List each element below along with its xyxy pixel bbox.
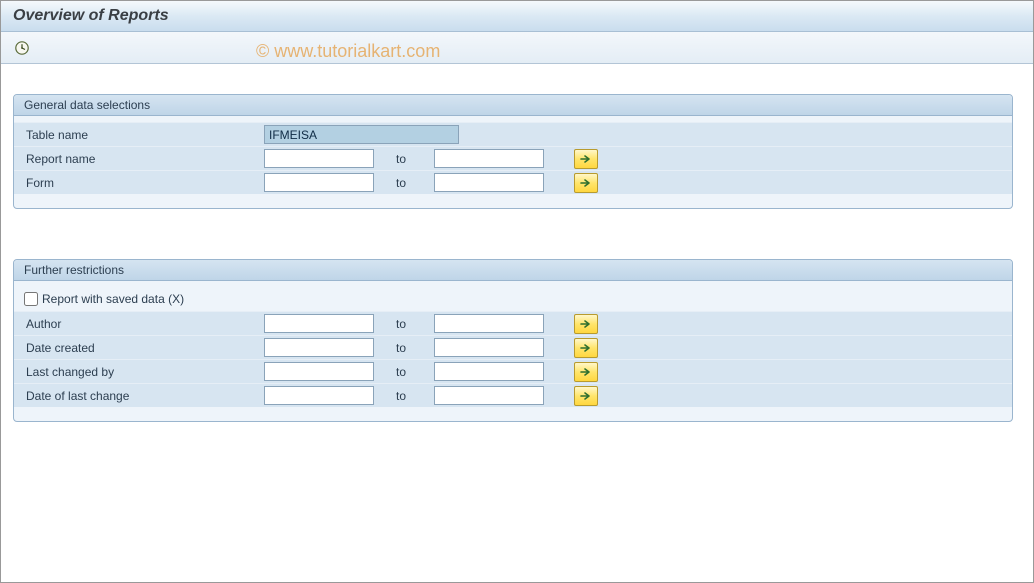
content-area: General data selections Table name Repor… bbox=[1, 64, 1033, 484]
label-table-name: Table name bbox=[24, 128, 264, 142]
group-general-data-selections: General data selections Table name Repor… bbox=[13, 94, 1013, 209]
checkbox-report-saved-data[interactable] bbox=[24, 292, 38, 306]
input-date-last-change-from[interactable] bbox=[264, 386, 374, 405]
arrow-right-icon bbox=[579, 177, 593, 189]
row-author: Author to bbox=[14, 311, 1012, 335]
row-date-last-change: Date of last change to bbox=[14, 383, 1012, 407]
multiselect-date-last-change-button[interactable] bbox=[574, 386, 598, 406]
to-label-report-name: to bbox=[374, 152, 434, 166]
clock-execute-icon bbox=[14, 40, 30, 56]
toolbar bbox=[1, 32, 1033, 64]
input-date-created-to[interactable] bbox=[434, 338, 544, 357]
input-form-to[interactable] bbox=[434, 173, 544, 192]
input-table-name[interactable] bbox=[264, 125, 459, 144]
input-report-name-to[interactable] bbox=[434, 149, 544, 168]
row-date-created: Date created to bbox=[14, 335, 1012, 359]
arrow-right-icon bbox=[579, 318, 593, 330]
label-date-last-change: Date of last change bbox=[24, 389, 264, 403]
group-body-general: Table name Report name to Form bbox=[14, 116, 1012, 208]
input-form-from[interactable] bbox=[264, 173, 374, 192]
execute-button[interactable] bbox=[11, 37, 33, 59]
label-report-name: Report name bbox=[24, 152, 264, 166]
label-author: Author bbox=[24, 317, 264, 331]
label-report-saved-data: Report with saved data (X) bbox=[42, 292, 184, 306]
arrow-right-icon bbox=[579, 153, 593, 165]
multiselect-report-name-button[interactable] bbox=[574, 149, 598, 169]
input-date-created-from[interactable] bbox=[264, 338, 374, 357]
multiselect-form-button[interactable] bbox=[574, 173, 598, 193]
page-title: Overview of Reports bbox=[13, 7, 1021, 25]
input-last-changed-by-from[interactable] bbox=[264, 362, 374, 381]
group-header-general: General data selections bbox=[14, 95, 1012, 116]
arrow-right-icon bbox=[579, 366, 593, 378]
label-form: Form bbox=[24, 176, 264, 190]
row-last-changed-by: Last changed by to bbox=[14, 359, 1012, 383]
multiselect-date-created-button[interactable] bbox=[574, 338, 598, 358]
input-author-from[interactable] bbox=[264, 314, 374, 333]
multiselect-last-changed-by-button[interactable] bbox=[574, 362, 598, 382]
row-form: Form to bbox=[14, 170, 1012, 194]
label-last-changed-by: Last changed by bbox=[24, 365, 264, 379]
to-label-last-changed-by: to bbox=[374, 365, 434, 379]
to-label-date-created: to bbox=[374, 341, 434, 355]
input-last-changed-by-to[interactable] bbox=[434, 362, 544, 381]
title-bar: Overview of Reports bbox=[1, 1, 1033, 32]
input-date-last-change-to[interactable] bbox=[434, 386, 544, 405]
row-report-saved-data: Report with saved data (X) bbox=[14, 287, 1012, 311]
arrow-right-icon bbox=[579, 342, 593, 354]
row-table-name: Table name bbox=[14, 122, 1012, 146]
label-date-created: Date created bbox=[24, 341, 264, 355]
group-body-further: Report with saved data (X) Author to Dat… bbox=[14, 281, 1012, 421]
group-further-restrictions: Further restrictions Report with saved d… bbox=[13, 259, 1013, 422]
multiselect-author-button[interactable] bbox=[574, 314, 598, 334]
to-label-author: to bbox=[374, 317, 434, 331]
to-label-date-last-change: to bbox=[374, 389, 434, 403]
group-header-further: Further restrictions bbox=[14, 260, 1012, 281]
to-label-form: to bbox=[374, 176, 434, 190]
arrow-right-icon bbox=[579, 390, 593, 402]
row-report-name: Report name to bbox=[14, 146, 1012, 170]
input-author-to[interactable] bbox=[434, 314, 544, 333]
input-report-name-from[interactable] bbox=[264, 149, 374, 168]
